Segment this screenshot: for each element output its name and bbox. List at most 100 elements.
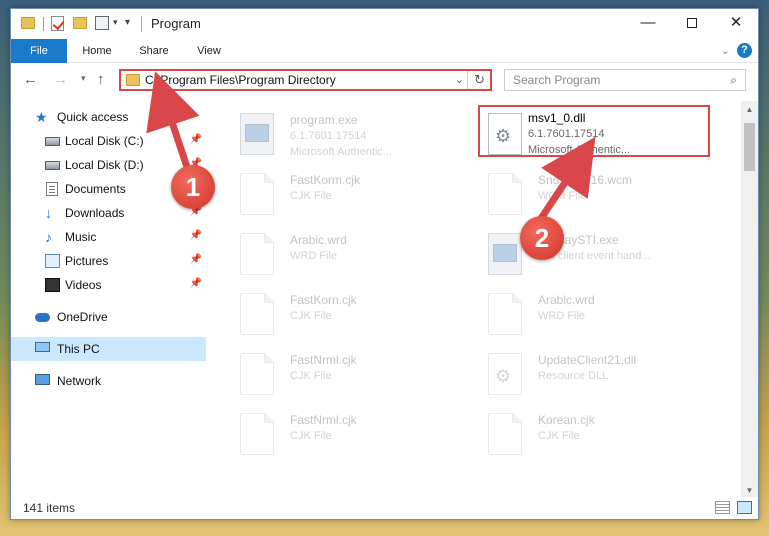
sidebar-item-label: Network [57,374,102,388]
sidebar-item-local-disk-c[interactable]: Local Disk (C:) 📌 [11,129,206,153]
pin-icon[interactable]: 📌 [190,278,202,289]
sidebar-item-label: Documents [65,182,126,196]
file-company: Microsoft Authentic... [528,144,631,156]
properties-check-icon[interactable] [51,16,64,31]
folder-icon [126,74,140,86]
file-icon [488,173,522,215]
disk-icon [45,161,60,170]
help-button[interactable]: ? [737,43,752,58]
star-icon: ★ [35,109,48,125]
expand-ribbon-icon[interactable]: ⌄ [721,44,730,57]
tab-view[interactable]: View [189,39,229,63]
sidebar-item-label: Downloads [65,206,125,220]
title-separator [141,16,142,32]
file-item[interactable]: FastNrml.cjk CJK File [232,347,464,399]
file-name: program.exe [290,113,358,127]
title-bar: ▾ ▾ Program — ✕ [11,9,758,39]
sidebar-item-music[interactable]: ♪ Music 📌 [11,225,206,249]
sidebar-item-label: Music [65,230,97,244]
file-item[interactable]: program.exe 6.1.7601.17514 Microsoft Aut… [232,107,464,159]
view-options-icon[interactable] [95,16,109,30]
tab-share[interactable]: Share [131,39,177,63]
search-box[interactable]: Search Program ⌕ [504,69,746,91]
annotation-badge-1: 1 [171,165,215,209]
gear-file-icon: ⚙ [488,353,522,395]
file-version: 6.1.7601.17514 [528,128,605,140]
file-item[interactable]: Arabic.wrd WRD File [232,227,464,279]
network-icon [35,374,50,385]
pictures-icon [45,254,60,268]
new-folder-icon[interactable] [73,17,87,29]
sidebar-item-label: Pictures [65,254,109,268]
file-name: FastNrml.cjk [290,413,357,427]
file-item[interactable]: FastKorm.cjk CJK File [232,167,464,219]
file-item[interactable]: Arabic.wrd WRD File [480,287,712,339]
sidebar-item-this-pc[interactable]: This PC [11,337,206,361]
sidebar-item-network[interactable]: Network [11,369,206,393]
sidebar-item-videos[interactable]: Videos 📌 [11,273,206,297]
minimize-button[interactable]: — [626,9,670,39]
file-type: WCM File [538,190,587,202]
search-icon[interactable]: ⌕ [730,73,737,88]
refresh-icon[interactable]: ↻ [474,72,485,88]
file-item[interactable]: FastNrml.cjk CJK File [232,407,464,459]
file-name: FastNrml.cjk [290,353,357,367]
file-type: CJK File [538,430,580,442]
scroll-up-icon[interactable]: ▲ [741,101,758,118]
navigation-pane: ★ Quick access Local Disk (C:) 📌 Local D… [11,101,206,501]
pin-icon[interactable]: 📌 [190,230,202,241]
forward-button[interactable]: → [53,71,68,88]
address-path[interactable]: C:\Program Files\Program Directory [145,73,336,87]
file-item[interactable]: ⚙ UpdateClient21.dll Resource DLL [480,347,712,399]
search-input[interactable]: Search Program [513,73,600,87]
sidebar-item-pictures[interactable]: Pictures 📌 [11,249,206,273]
file-name: UpdateClient21.dll [538,353,637,367]
file-name: Arabic.wrd [538,293,595,307]
scroll-thumb[interactable] [744,123,755,171]
file-item-msv1-0-dll[interactable]: ⚙ msv1_0.dll 6.1.7601.17514 Microsoft Au… [478,105,710,157]
file-type: WRD File [538,310,586,322]
file-item[interactable]: DisplaySTI.exe STI client event hand... [480,227,712,279]
file-list: program.exe 6.1.7601.17514 Microsoft Aut… [216,101,741,497]
address-bar[interactable]: C:\Program Files\Program Directory ⌄ ↻ [119,69,492,91]
sidebar-item-label: Quick access [57,110,129,124]
quick-access-separator [43,17,44,31]
details-view-icon[interactable] [715,501,730,514]
folder-icon [21,17,35,29]
close-button[interactable]: ✕ [714,9,758,39]
file-item[interactable]: SndVol2P16.wcm WCM File [480,167,712,219]
up-button[interactable]: ↑ [97,71,105,88]
sidebar-item-label: Videos [65,278,102,292]
status-bar: 141 items [11,497,758,519]
sidebar-item-quick-access[interactable]: ★ Quick access [11,105,206,129]
annotation-badge-2: 2 [520,216,564,260]
chevron-down-icon[interactable]: ▾ [113,17,118,35]
sidebar-item-label: Local Disk (C:) [65,134,144,148]
chevron-down-icon[interactable]: ⌄ [455,73,464,86]
videos-icon [45,278,60,292]
onedrive-icon [35,313,50,322]
file-icon [240,413,274,455]
recent-locations-icon[interactable]: ▾ [81,73,86,84]
pin-icon[interactable]: 📌 [190,254,202,265]
gear-file-icon: ⚙ [488,113,522,155]
sidebar-item-downloads[interactable]: ↓ Downloads 📌 [11,201,206,225]
ribbon-tabs: File Home Share View ⌄ ? [11,39,758,63]
sidebar-item-label: This PC [57,342,100,356]
maximize-button[interactable] [670,9,714,39]
pin-icon[interactable]: 📌 [190,134,202,145]
tab-file[interactable]: File [11,39,67,63]
large-icons-view-icon[interactable] [737,501,752,514]
back-button[interactable]: ← [23,71,38,88]
file-name: Korean.cjk [538,413,595,427]
vertical-scrollbar[interactable]: ▲ ▼ [741,101,758,499]
pc-icon [35,342,50,352]
file-item[interactable]: Korean.cjk CJK File [480,407,712,459]
file-company: Microsoft Authentic... [290,146,393,158]
customize-toolbar-icon[interactable]: ▾ [125,17,130,35]
file-icon [240,353,274,395]
file-item[interactable]: FastKorn.cjk CJK File [232,287,464,339]
sidebar-item-onedrive[interactable]: OneDrive [11,305,206,329]
documents-icon [46,182,58,196]
tab-home[interactable]: Home [75,39,119,63]
